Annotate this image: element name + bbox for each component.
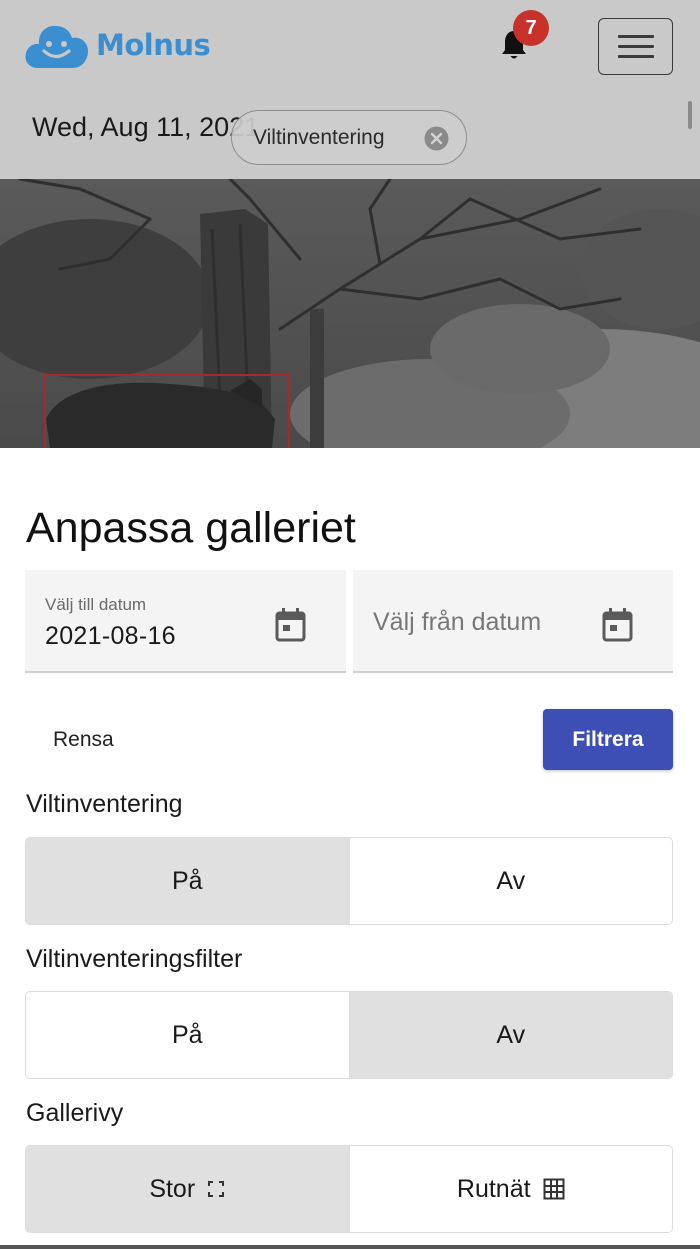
to-date-field[interactable]: Välj till datum 2021-08-16 [25,570,346,673]
cloud-logo-icon [25,25,88,68]
calendar-icon[interactable] [274,607,307,643]
detection-box [44,374,290,448]
sheet-title: Anpassa galleriet [26,504,356,552]
hamburger-line [617,35,654,38]
wildlife-inventory-toggle: På Av [25,837,673,925]
wildlife-inventory-label: Viltinventering [26,790,183,818]
notification-badge[interactable]: 7 [513,10,549,46]
wildlife-filter-off-option[interactable]: Av [348,992,672,1078]
from-date-field[interactable]: Välj från datum [353,570,673,673]
hamburger-menu-button[interactable] [598,18,673,75]
gallery-view-label: Gallerivy [26,1099,124,1127]
hamburger-line [617,45,654,48]
from-date-placeholder: Välj från datum [373,608,542,636]
active-filter-chip[interactable]: Viltinventering [231,110,467,165]
wildlife-filter-on-option[interactable]: På [26,992,349,1078]
expand-icon [208,1181,225,1197]
logo[interactable]: Molnus [24,20,211,70]
calendar-icon[interactable] [601,607,634,643]
to-date-label: Välj till datum [45,595,147,614]
grid-icon [543,1178,565,1200]
large-option-label: Stor [149,1174,196,1203]
gallery-view-toggle: Stor Rutnät [25,1145,673,1233]
logo-text: Molnus [96,28,211,62]
grid-option-label: Rutnät [456,1174,531,1203]
top-app-bar: Molnus 7 [0,0,700,93]
gallery-view-grid-option[interactable]: Rutnät [348,1146,673,1232]
bottom-divider [0,1245,700,1249]
hamburger-line [617,55,654,58]
gallery-view-large-option[interactable]: Stor [26,1146,349,1232]
scrollbar[interactable] [688,101,692,129]
customize-gallery-sheet: Anpassa galleriet Välj till datum 2021-0… [0,448,700,1249]
wildlife-photo[interactable] [0,179,700,448]
to-date-value[interactable]: 2021-08-16 [45,622,176,651]
gallery-date-bar: Wed, Aug 11, 2021 Viltinventering [0,93,700,179]
close-circle-icon[interactable] [424,126,449,151]
wildlife-filter-toggle: På Av [25,991,673,1079]
chip-label: Viltinventering [253,125,385,149]
clear-button[interactable]: Rensa [40,720,127,760]
gallery-date: Wed, Aug 11, 2021 [32,112,260,142]
wildlife-inventory-on-option[interactable]: På [26,838,349,924]
wildlife-filter-label: Viltinventeringsfilter [26,945,243,973]
filter-button[interactable]: Filtrera [543,709,673,770]
wildlife-inventory-off-option[interactable]: Av [348,838,673,924]
